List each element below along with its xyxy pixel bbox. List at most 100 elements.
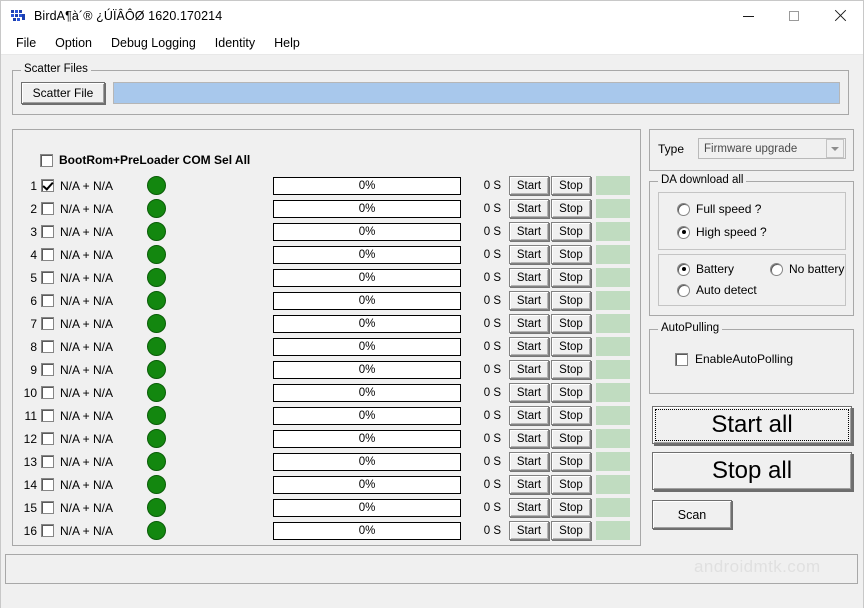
row-stop-button[interactable]: Stop: [551, 199, 591, 218]
row-stop-button[interactable]: Stop: [551, 521, 591, 540]
row-start-button[interactable]: Start: [509, 429, 549, 448]
row-stop-button[interactable]: Stop: [551, 383, 591, 402]
battery-label: Battery: [696, 262, 735, 276]
row-elapsed-time: 0 S: [483, 225, 501, 238]
row-checkbox[interactable]: [41, 432, 54, 445]
full-speed-radio[interactable]: [677, 202, 690, 216]
menu-item-option[interactable]: Option: [46, 33, 101, 53]
row-start-button[interactable]: Start: [509, 222, 549, 241]
row-stop-button[interactable]: Stop: [551, 475, 591, 494]
row-elapsed-time: 0 S: [483, 294, 501, 307]
row-stop-button[interactable]: Stop: [551, 360, 591, 379]
battery-options-panel: Battery No battery Auto detect: [658, 254, 846, 306]
row-index: 13: [23, 454, 37, 469]
row-stop-button[interactable]: Stop: [551, 222, 591, 241]
row-index: 16: [23, 523, 37, 538]
row-elapsed-time: 0 S: [483, 386, 501, 399]
row-checkbox[interactable]: [41, 248, 54, 261]
row-progress-bar: 0%: [273, 360, 461, 379]
row-progress-bar: 0%: [273, 429, 461, 448]
row-start-button[interactable]: Start: [509, 383, 549, 402]
auto-detect-radio[interactable]: [677, 283, 690, 297]
row-port-label: N/A + N/A: [60, 224, 114, 239]
radio-auto-detect[interactable]: Auto detect: [671, 283, 757, 297]
device-list-panel: BootRom+PreLoader COM Sel All 1 N/A + N/A…: [12, 129, 641, 546]
menu-item-help[interactable]: Help: [265, 33, 309, 53]
row-start-button[interactable]: Start: [509, 452, 549, 471]
row-start-button[interactable]: Start: [509, 337, 549, 356]
row-start-button[interactable]: Start: [509, 176, 549, 195]
type-select[interactable]: Firmware upgrade: [698, 138, 846, 159]
row-port-label: N/A + N/A: [60, 178, 114, 193]
row-checkbox[interactable]: [41, 501, 54, 514]
row-elapsed-time: 0 S: [483, 179, 501, 192]
row-start-button[interactable]: Start: [509, 291, 549, 310]
row-start-button[interactable]: Start: [509, 245, 549, 264]
stop-all-button[interactable]: Stop all: [652, 452, 852, 490]
row-checkbox[interactable]: [41, 455, 54, 468]
maximize-button[interactable]: [771, 1, 817, 31]
autopolling-legend: AutoPulling: [658, 322, 723, 334]
row-checkbox[interactable]: [41, 294, 54, 307]
row-stop-button[interactable]: Stop: [551, 314, 591, 333]
radio-full-speed[interactable]: Full speed ?: [671, 202, 761, 216]
radio-high-speed[interactable]: High speed ?: [671, 225, 767, 239]
row-stop-button[interactable]: Stop: [551, 406, 591, 425]
menu-item-identity[interactable]: Identity: [206, 33, 264, 53]
row-progress-bar: 0%: [273, 452, 461, 471]
chevron-down-icon[interactable]: [826, 139, 844, 158]
high-speed-label: High speed ?: [696, 225, 767, 239]
row-start-button[interactable]: Start: [509, 360, 549, 379]
close-button[interactable]: [817, 1, 863, 31]
row-checkbox[interactable]: [41, 179, 54, 192]
row-stop-button[interactable]: Stop: [551, 429, 591, 448]
high-speed-radio[interactable]: [677, 225, 690, 239]
row-index: 6: [30, 293, 37, 308]
row-progress-bar: 0%: [273, 176, 461, 195]
row-progress-bar: 0%: [273, 337, 461, 356]
row-checkbox[interactable]: [41, 271, 54, 284]
row-start-button[interactable]: Start: [509, 475, 549, 494]
window-title: BirdA¶à´® ¿ÚÏÂÔØ 1620.170214: [34, 9, 223, 23]
row-checkbox[interactable]: [41, 363, 54, 376]
device-row: 15 N/A + N/A 0% 0 S Start Stop: [13, 496, 640, 519]
menu-item-debug-logging[interactable]: Debug Logging: [102, 33, 205, 53]
minimize-button[interactable]: [725, 1, 771, 31]
row-stop-button[interactable]: Stop: [551, 337, 591, 356]
row-checkbox[interactable]: [41, 202, 54, 215]
row-result-box: [596, 245, 630, 264]
row-stop-button[interactable]: Stop: [551, 245, 591, 264]
row-checkbox[interactable]: [41, 317, 54, 330]
row-index: 12: [23, 431, 37, 446]
enable-autopolling-row[interactable]: EnableAutoPolling: [668, 352, 793, 366]
row-checkbox[interactable]: [41, 386, 54, 399]
scatter-file-button[interactable]: Scatter File: [21, 82, 105, 104]
row-stop-button[interactable]: Stop: [551, 498, 591, 517]
row-start-button[interactable]: Start: [509, 406, 549, 425]
no-battery-radio[interactable]: [770, 262, 783, 276]
row-start-button[interactable]: Start: [509, 498, 549, 517]
enable-autopolling-checkbox[interactable]: [675, 352, 688, 366]
start-all-button[interactable]: Start all: [652, 406, 852, 444]
scan-button[interactable]: Scan: [652, 500, 732, 529]
row-checkbox[interactable]: [41, 340, 54, 353]
row-stop-button[interactable]: Stop: [551, 291, 591, 310]
row-start-button[interactable]: Start: [509, 314, 549, 333]
row-stop-button[interactable]: Stop: [551, 452, 591, 471]
row-start-button[interactable]: Start: [509, 521, 549, 540]
row-start-button[interactable]: Start: [509, 268, 549, 287]
scatter-path-input[interactable]: [113, 82, 840, 104]
row-checkbox[interactable]: [41, 478, 54, 491]
menu-item-file[interactable]: File: [7, 33, 45, 53]
row-stop-button[interactable]: Stop: [551, 176, 591, 195]
row-checkbox[interactable]: [41, 524, 54, 537]
row-progress-bar: 0%: [273, 291, 461, 310]
row-start-button[interactable]: Start: [509, 199, 549, 218]
row-stop-button[interactable]: Stop: [551, 268, 591, 287]
row-checkbox[interactable]: [41, 225, 54, 238]
row-checkbox[interactable]: [41, 409, 54, 422]
radio-battery[interactable]: Battery: [671, 262, 734, 276]
select-all-checkbox[interactable]: [40, 153, 53, 167]
radio-no-battery[interactable]: No battery: [764, 262, 844, 276]
battery-radio[interactable]: [677, 262, 690, 276]
